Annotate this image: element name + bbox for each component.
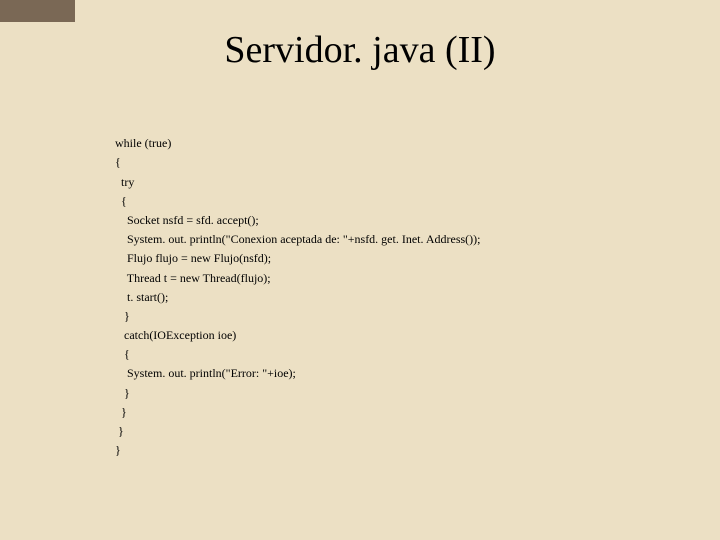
- corner-accent: [0, 0, 75, 22]
- code-line: }: [115, 405, 127, 419]
- code-line: {: [115, 194, 127, 208]
- code-line: System. out. println("Error: "+ioe);: [115, 366, 296, 380]
- code-listing: while (true) { try { Socket nsfd = sfd. …: [115, 115, 481, 480]
- code-line: try: [115, 175, 134, 189]
- code-line: {: [115, 155, 121, 169]
- code-line: System. out. println("Conexion aceptada …: [115, 232, 481, 246]
- code-line: {: [115, 347, 130, 361]
- code-line: t. start();: [115, 290, 168, 304]
- code-line: while (true): [115, 136, 171, 150]
- code-line: }: [115, 309, 130, 323]
- code-line: Flujo flujo = new Flujo(nsfd);: [115, 251, 271, 265]
- slide-title: Servidor. java (II): [0, 28, 720, 72]
- code-line: Socket nsfd = sfd. accept();: [115, 213, 259, 227]
- code-line: }: [115, 443, 121, 457]
- code-line: }: [115, 424, 124, 438]
- code-line: }: [115, 386, 130, 400]
- slide: Servidor. java (II) while (true) { try {…: [0, 0, 720, 540]
- code-line: Thread t = new Thread(flujo);: [115, 271, 271, 285]
- code-line: catch(IOException ioe): [115, 328, 236, 342]
